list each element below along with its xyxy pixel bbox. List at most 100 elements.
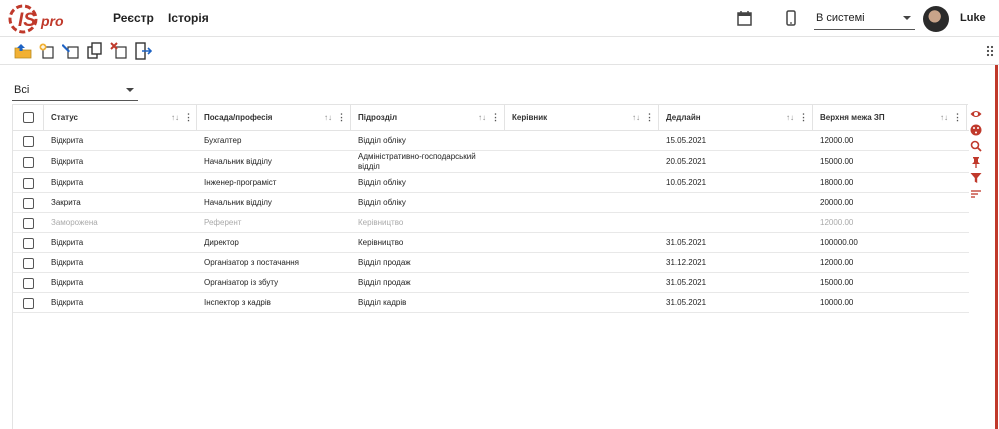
row-checkbox[interactable] (23, 198, 34, 209)
sort-icon[interactable] (970, 188, 982, 200)
cell-deadline: 31.05.2021 (666, 278, 707, 287)
table-row[interactable]: Відкрита Інженер-програміст Відділ обліку 1… (13, 173, 969, 193)
row-checkbox[interactable] (23, 278, 34, 289)
cell-salary-cap: 10000.00 (820, 298, 854, 307)
vacancies-table: Статус ↑↓ ⋮ Посада/професія ↑↓ ⋮ Підрозд… (12, 104, 969, 429)
status-filter-select[interactable]: Всі (12, 82, 138, 101)
search-icon[interactable] (970, 140, 982, 152)
cell-deadline: 10.05.2021 (666, 178, 707, 187)
cell-status: Відкрита (51, 238, 84, 247)
side-tools-panel (967, 104, 987, 224)
mobile-icon[interactable] (786, 10, 796, 26)
delete-record-icon[interactable] (110, 42, 128, 60)
nav-registry[interactable]: Реєстр (113, 11, 154, 25)
row-checkbox[interactable] (23, 157, 34, 168)
table-row[interactable]: Відкрита Начальник відділу Адміністративно… (13, 151, 969, 173)
cell-department: Відділ обліку (358, 198, 406, 207)
table-header: Статус ↑↓ ⋮ Посада/професія ↑↓ ⋮ Підрозд… (13, 105, 969, 131)
cell-department: Відділ обліку (358, 136, 406, 145)
column-salary-cap[interactable]: Верхня межа ЗП ↑↓ ⋮ (813, 105, 967, 131)
column-menu-icon[interactable]: ⋮ (491, 105, 500, 130)
ispro-logo[interactable]: IS pro (8, 2, 66, 36)
row-checkbox[interactable] (23, 136, 34, 147)
table-row[interactable]: Відкрита Інспектор з кадрів Відділ кадрів 3… (13, 293, 969, 313)
select-all-checkbox[interactable] (23, 112, 34, 123)
cell-position: Референт (204, 218, 242, 227)
sort-arrows-icon[interactable]: ↑↓ (478, 105, 486, 130)
sort-arrows-icon[interactable]: ↑↓ (786, 105, 794, 130)
column-menu-icon[interactable]: ⋮ (184, 105, 193, 130)
cell-position: Інспектор з кадрів (204, 298, 271, 307)
system-status-select[interactable]: В системі (814, 9, 915, 30)
cell-status: Заморожена (51, 218, 98, 227)
row-checkbox[interactable] (23, 178, 34, 189)
column-label: Верхня межа ЗП (820, 113, 885, 122)
row-checkbox[interactable] (23, 258, 34, 269)
column-department[interactable]: Підрозділ ↑↓ ⋮ (351, 105, 505, 131)
cell-status: Відкрита (51, 157, 84, 166)
column-menu-icon[interactable]: ⋮ (953, 105, 962, 130)
avatar[interactable] (923, 6, 949, 32)
table-row[interactable]: Відкрита Бухгалтер Відділ обліку 15.05.2021… (13, 131, 969, 151)
cell-salary-cap: 20000.00 (820, 198, 854, 207)
column-label: Керівник (512, 113, 548, 122)
cell-department: Відділ кадрів (358, 298, 407, 307)
cell-position: Начальник відділу (204, 157, 272, 166)
cell-position: Організатор з постачання (204, 258, 299, 267)
table-row[interactable]: Заморожена Референт Керівництво 12000.00 (13, 213, 969, 233)
cell-status: Відкрита (51, 258, 84, 267)
calendar-icon[interactable] (737, 10, 752, 26)
table-row[interactable]: Закрита Начальник відділу Відділ обліку 200… (13, 193, 969, 213)
system-status-value: В системі (816, 12, 865, 24)
sort-arrows-icon[interactable]: ↑↓ (940, 105, 948, 130)
cell-deadline: 31.05.2021 (666, 238, 707, 247)
add-record-icon[interactable] (38, 42, 56, 60)
cell-status: Відкрита (51, 298, 84, 307)
grid-menu-icon[interactable] (986, 45, 994, 57)
column-menu-icon[interactable]: ⋮ (645, 105, 654, 130)
table-row[interactable]: Відкрита Директор Керівництво 31.05.2021 100… (13, 233, 969, 253)
sort-arrows-icon[interactable]: ↑↓ (171, 105, 179, 130)
sort-arrows-icon[interactable]: ↑↓ (632, 105, 640, 130)
row-checkbox[interactable] (23, 218, 34, 229)
row-checkbox[interactable] (23, 238, 34, 249)
column-menu-icon[interactable]: ⋮ (799, 105, 808, 130)
cell-status: Відкрита (51, 278, 84, 287)
svg-text:IS: IS (18, 10, 36, 31)
accent-rail (995, 65, 998, 429)
status-filter-value: Всі (14, 84, 30, 96)
cell-salary-cap: 15000.00 (820, 157, 854, 166)
eye-icon[interactable] (970, 108, 982, 120)
edit-record-icon[interactable] (62, 42, 80, 60)
cell-deadline: 15.05.2021 (666, 136, 707, 145)
table-row[interactable]: Відкрита Організатор із збуту Відділ прода… (13, 273, 969, 293)
table-row[interactable]: Відкрита Організатор з постачання Відділ п… (13, 253, 969, 273)
toolbar (0, 37, 999, 65)
row-checkbox[interactable] (23, 298, 34, 309)
nav-history[interactable]: Історія (168, 11, 209, 25)
pin-icon[interactable] (970, 156, 982, 168)
user-name[interactable]: Luke (960, 12, 986, 24)
cell-department: Відділ продаж (358, 278, 411, 287)
cell-department: Відділ обліку (358, 178, 406, 187)
cell-position: Начальник відділу (204, 198, 272, 207)
palette-icon[interactable] (970, 124, 982, 136)
sort-arrows-icon[interactable]: ↑↓ (324, 105, 332, 130)
copy-record-icon[interactable] (86, 42, 104, 60)
column-position[interactable]: Посада/професія ↑↓ ⋮ (197, 105, 351, 131)
open-folder-icon[interactable] (14, 42, 32, 60)
exit-icon[interactable] (134, 42, 152, 60)
filter-icon[interactable] (970, 172, 982, 184)
cell-position: Директор (204, 238, 239, 247)
chevron-down-icon (903, 16, 911, 20)
svg-text:pro: pro (40, 13, 64, 29)
column-deadline[interactable]: Дедлайн ↑↓ ⋮ (659, 105, 813, 131)
column-label: Посада/професія (204, 113, 273, 122)
cell-salary-cap: 12000.00 (820, 258, 854, 267)
column-manager[interactable]: Керівник ↑↓ ⋮ (505, 105, 659, 131)
column-status[interactable]: Статус ↑↓ ⋮ (44, 105, 197, 131)
cell-salary-cap: 15000.00 (820, 278, 854, 287)
cell-deadline: 20.05.2021 (666, 157, 707, 166)
column-menu-icon[interactable]: ⋮ (337, 105, 346, 130)
cell-position: Бухгалтер (204, 136, 242, 145)
